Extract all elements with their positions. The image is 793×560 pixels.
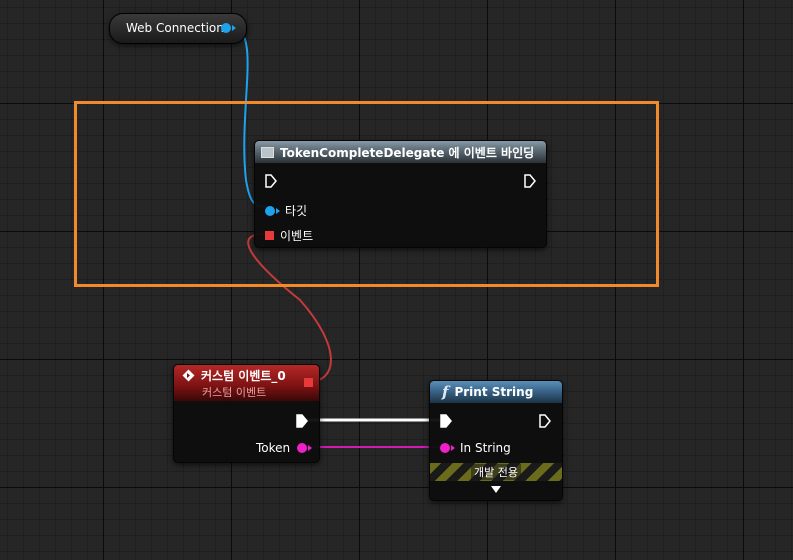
exec-out-icon bbox=[539, 414, 551, 428]
string-pin-icon bbox=[297, 443, 308, 453]
function-icon: f bbox=[442, 383, 449, 401]
event-diamond-icon bbox=[182, 369, 195, 381]
custom-event-title: 커스텀 이벤트_0 bbox=[201, 368, 286, 383]
custom-event-header[interactable]: 커스텀 이벤트_0 커스텀 이벤트 bbox=[174, 365, 319, 401]
custom-event-exec-out-pin[interactable] bbox=[296, 414, 308, 428]
web-connection-output-pin[interactable] bbox=[221, 23, 236, 33]
exec-in-filled-icon bbox=[440, 414, 452, 428]
custom-event-delegate-pin[interactable] bbox=[304, 378, 313, 387]
print-string-exec-in-pin[interactable] bbox=[440, 414, 452, 428]
token-pin-label: Token bbox=[256, 441, 291, 455]
development-only-banner: 개발 전용 bbox=[430, 463, 562, 481]
web-connection-node[interactable]: Web Connection bbox=[109, 13, 247, 44]
in-string-pin-label: In String bbox=[460, 441, 511, 455]
print-string-node[interactable]: f Print String In String 개발 전용 bbox=[429, 380, 563, 501]
development-only-label: 개발 전용 bbox=[471, 464, 521, 480]
custom-event-token-pin[interactable]: Token bbox=[256, 441, 313, 455]
string-pin-icon bbox=[440, 443, 450, 453]
expand-advanced-chevron-icon[interactable] bbox=[491, 486, 501, 493]
print-string-exec-out-pin[interactable] bbox=[539, 414, 551, 428]
print-string-title: Print String bbox=[454, 385, 534, 399]
selection-highlight-box bbox=[74, 101, 659, 287]
print-string-header[interactable]: f Print String bbox=[430, 381, 562, 403]
exec-out-filled-icon bbox=[296, 414, 308, 428]
print-string-in-string-pin[interactable]: In String bbox=[440, 441, 511, 455]
web-connection-label: Web Connection bbox=[126, 21, 224, 35]
custom-event-node[interactable]: 커스텀 이벤트_0 커스텀 이벤트 Token bbox=[173, 364, 320, 463]
custom-event-subtitle: 커스텀 이벤트 bbox=[202, 385, 267, 399]
